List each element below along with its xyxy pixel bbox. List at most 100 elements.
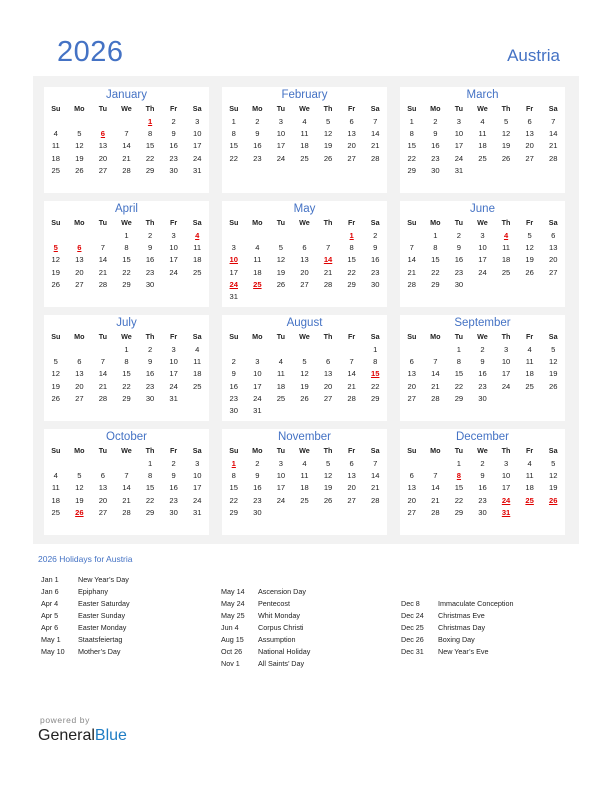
- day: 15: [122, 255, 131, 265]
- day: 10: [501, 357, 511, 367]
- empty-cell: [91, 458, 115, 470]
- day: 12: [525, 243, 534, 253]
- day: 3: [456, 117, 462, 126]
- holiday-item: Nov 1 All Saints’ Day: [221, 658, 310, 670]
- empty-cell: [44, 458, 68, 470]
- day: 9: [171, 471, 176, 481]
- month-title: September: [454, 317, 511, 329]
- day: 23: [454, 267, 464, 277]
- day: 4: [255, 243, 260, 253]
- day: 21: [122, 153, 131, 163]
- day: 17: [253, 381, 262, 391]
- day: 23: [169, 153, 178, 163]
- weekday-label: Mo: [430, 104, 441, 113]
- day: 25: [501, 267, 511, 277]
- day: 3: [195, 459, 200, 468]
- day: 12: [75, 483, 84, 493]
- day: 28: [98, 279, 108, 289]
- weekday-label: Fr: [170, 218, 178, 227]
- day: 15: [454, 483, 464, 493]
- day: 19: [501, 141, 511, 151]
- holiday-name: New Year’s Eve: [438, 647, 489, 656]
- empty-cell: [246, 344, 270, 356]
- weekday-label: Mo: [74, 104, 85, 113]
- empty-cell: [91, 116, 115, 128]
- day: 29: [347, 279, 356, 289]
- day: 26: [525, 267, 534, 277]
- day: 11: [300, 471, 309, 481]
- holiday-day: 25: [253, 279, 262, 289]
- weekday-label: Su: [51, 104, 61, 113]
- day: 5: [551, 345, 556, 354]
- weekday-label: Th: [145, 332, 155, 341]
- holiday-day: 26: [75, 507, 84, 517]
- day: 2: [231, 357, 236, 367]
- day: 1: [409, 117, 414, 126]
- holiday-name: All Saints’ Day: [258, 659, 305, 668]
- day: 9: [433, 129, 438, 139]
- day: 26: [548, 381, 558, 391]
- empty-cell: [222, 344, 246, 356]
- day: 10: [478, 243, 487, 253]
- holiday-name: Staatsfeiertag: [78, 635, 123, 644]
- day: 12: [276, 255, 286, 265]
- day: 28: [98, 393, 108, 403]
- holiday-item: Jun 4 Corpus Christi: [221, 622, 310, 634]
- holiday-date: Apr 6: [41, 623, 59, 632]
- weekday-label: We: [121, 218, 132, 227]
- day: 17: [276, 141, 286, 151]
- empty-cell: [68, 458, 92, 470]
- month-july: July Su Mo Tu We Th Fr Sa 1 2 3 4 5 6 7 8 9 10 11 12 13 14 15 1…: [44, 315, 209, 421]
- day: 3: [278, 117, 284, 126]
- holiday-item: May 10 Mother’s Day: [41, 646, 130, 658]
- day: 26: [276, 279, 286, 289]
- weekday-header: Su Mo Tu We Th Fr Sa: [400, 331, 565, 343]
- day: 3: [480, 231, 485, 240]
- day: 14: [122, 141, 131, 151]
- day: 9: [373, 243, 378, 253]
- day: 28: [431, 507, 440, 517]
- day: 31: [169, 393, 178, 403]
- day: 11: [253, 255, 262, 265]
- day: 23: [145, 381, 155, 391]
- month-title: May: [293, 203, 316, 215]
- holiday-item: Dec 31 New Year’s Eve: [401, 646, 514, 658]
- day: 14: [370, 129, 380, 139]
- weekday-label: Su: [407, 104, 417, 113]
- day: 8: [147, 129, 153, 139]
- day: 4: [195, 345, 200, 354]
- day: 30: [370, 279, 380, 289]
- day: 16: [370, 255, 380, 265]
- day: 10: [454, 129, 464, 139]
- empty-cell: [293, 230, 317, 242]
- day: 17: [229, 267, 238, 277]
- holiday-name: Immaculate Conception: [438, 599, 514, 608]
- day: 11: [276, 369, 285, 379]
- day: 19: [51, 267, 60, 277]
- weekday-label: Mo: [74, 218, 85, 227]
- empty-cell: [68, 230, 92, 242]
- day: 15: [407, 141, 416, 151]
- day: 9: [255, 471, 260, 481]
- weekday-label: Sa: [192, 446, 202, 455]
- day: 23: [253, 495, 262, 505]
- weekday-label: Mo: [252, 332, 263, 341]
- day: 30: [253, 507, 262, 517]
- empty-cell: [68, 116, 92, 128]
- weekday-label: We: [121, 332, 132, 341]
- weekday-label: We: [477, 446, 488, 455]
- weekday-label: Tu: [454, 104, 464, 113]
- day: 28: [370, 495, 380, 505]
- empty-cell: [246, 230, 270, 242]
- day: 18: [192, 255, 202, 265]
- day: 18: [276, 381, 286, 391]
- day: 15: [145, 483, 155, 493]
- weekday-label: Fr: [526, 104, 534, 113]
- day: 27: [300, 279, 309, 289]
- day: 7: [433, 471, 438, 481]
- holiday-day: 31: [501, 507, 511, 517]
- day: 27: [323, 393, 333, 403]
- weekday-label: We: [299, 218, 310, 227]
- day: 17: [478, 255, 487, 265]
- day: 28: [407, 279, 416, 289]
